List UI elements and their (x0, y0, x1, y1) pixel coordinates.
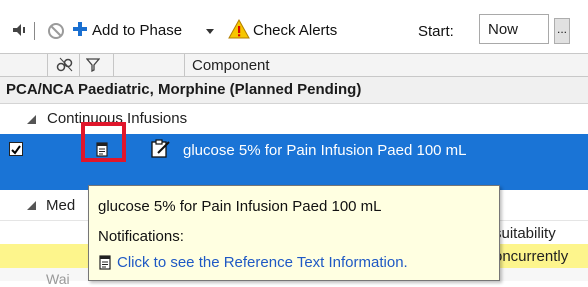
toolbar: Add to Phase Check Alerts Start: Now ... (0, 0, 588, 52)
grid-header: Component (0, 53, 588, 77)
toolbar-separator (34, 22, 35, 40)
link-column-icon[interactable] (56, 57, 74, 73)
filter-column-icon[interactable] (86, 58, 100, 72)
column-divider (47, 54, 48, 76)
column-divider (79, 54, 80, 76)
column-divider (113, 54, 114, 76)
phase-row[interactable]: PCA/NCA Paediatric, Morphine (Planned Pe… (0, 77, 588, 104)
chevron-down-icon (206, 29, 214, 34)
tooltip-notifications-label: Notifications: (98, 228, 184, 245)
checkmark-icon (11, 145, 21, 155)
tooltip-title: glucose 5% for Pain Infusion Paed 100 mL (98, 198, 382, 215)
warning-icon (228, 19, 250, 39)
add-to-phase-label: Add to Phase (92, 22, 183, 39)
reference-text-link[interactable]: Click to see the Reference Text Informat… (117, 254, 408, 271)
phase-title: PCA/NCA Paediatric, Morphine (Planned Pe… (6, 81, 362, 98)
reference-text-icon (99, 255, 111, 270)
order-row-text: suitability (494, 225, 556, 242)
column-divider (184, 54, 185, 76)
order-checkbox[interactable] (9, 142, 23, 156)
plus-icon (73, 22, 87, 36)
speaker-icon[interactable] (12, 22, 28, 38)
section-label: Med (46, 197, 76, 214)
cancel-icon[interactable] (47, 22, 65, 40)
start-picker-button[interactable]: ... (554, 18, 570, 44)
order-details-icon[interactable] (151, 139, 171, 158)
column-header-component[interactable]: Component (192, 57, 270, 74)
section-label: Wai (46, 271, 70, 287)
tooltip: glucose 5% for Pain Infusion Paed 100 mL… (88, 185, 500, 281)
start-input[interactable]: Now (479, 14, 549, 44)
start-label: Start: (418, 23, 454, 40)
check-alerts-label: Check Alerts (253, 22, 338, 39)
order-component-name: glucose 5% for Pain Infusion Paed 100 mL (183, 142, 467, 159)
collapse-triangle-icon[interactable] (27, 115, 36, 124)
collapse-triangle-icon[interactable] (27, 201, 36, 210)
order-row-text: oncurrently (494, 248, 569, 265)
highlight-box (81, 122, 126, 162)
